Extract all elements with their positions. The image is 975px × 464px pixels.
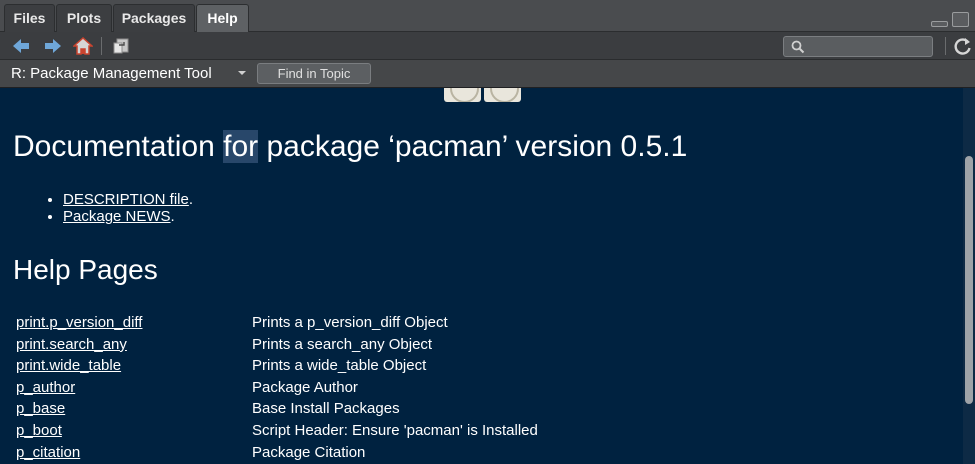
find-in-topic-button[interactable]: Find in Topic xyxy=(257,63,371,84)
forward-arrow-icon[interactable] xyxy=(43,36,63,56)
help-page-description: Prints a p_version_diff Object xyxy=(252,314,448,331)
tab-plots[interactable]: Plots xyxy=(56,4,112,32)
topic-title-dropdown[interactable]: R: Package Management Tool xyxy=(11,65,212,82)
search-icon xyxy=(791,40,805,54)
help-page-link[interactable]: print.p_version_diff xyxy=(16,314,142,331)
window-controls xyxy=(931,12,969,27)
help-page-description: Package Author xyxy=(252,378,358,396)
help-page-link[interactable]: print.search_any xyxy=(16,336,127,353)
help-page-link[interactable]: print.wide_table xyxy=(16,357,121,374)
help-page-link[interactable]: p_boot xyxy=(16,422,62,439)
toolbar-separator xyxy=(101,37,102,55)
package-logo xyxy=(444,88,521,102)
back-arrow-icon[interactable] xyxy=(11,36,31,56)
tab-help[interactable]: Help xyxy=(196,4,249,33)
help-page-description: Base Install Packages xyxy=(252,400,400,418)
list-item: Package NEWS. xyxy=(63,208,193,225)
minimize-pane-button[interactable] xyxy=(931,21,948,27)
search-highlight: for xyxy=(223,130,259,163)
help-page-description: Package Citation xyxy=(252,443,366,461)
help-search-input[interactable] xyxy=(783,36,933,57)
toolbar-separator xyxy=(945,37,946,55)
logo-image xyxy=(444,88,481,102)
help-page-link[interactable]: p_author xyxy=(16,379,75,396)
doc-links-list: DESCRIPTION file. Package NEWS. xyxy=(45,191,193,225)
maximize-pane-button[interactable] xyxy=(952,12,969,27)
refresh-icon[interactable] xyxy=(953,36,973,56)
help-page-link[interactable]: p_base xyxy=(16,400,65,417)
vertical-scrollbar[interactable] xyxy=(963,88,975,464)
help-page-description: Prints a wide_table Object xyxy=(252,357,427,375)
package-news-link[interactable]: Package NEWS xyxy=(63,208,171,225)
help-content: Documentation for package ‘pacman’ versi… xyxy=(0,88,963,464)
description-file-link[interactable]: DESCRIPTION file xyxy=(63,191,189,208)
open-in-window-icon[interactable] xyxy=(111,36,131,56)
chevron-down-icon[interactable] xyxy=(238,71,246,75)
help-page-description: Script Header: Ensure 'pacman' is Instal… xyxy=(252,421,538,439)
help-page-description: Prints a search_any Object xyxy=(252,335,433,353)
tab-files[interactable]: Files xyxy=(4,4,55,32)
help-toolbar xyxy=(0,32,975,60)
help-page-link[interactable]: p_citation xyxy=(16,444,80,461)
list-item: DESCRIPTION file. xyxy=(63,191,193,208)
topic-bar: R: Package Management Tool Find in Topic xyxy=(0,60,975,88)
logo-image xyxy=(484,88,521,102)
tab-packages[interactable]: Packages xyxy=(113,4,195,32)
home-icon[interactable] xyxy=(73,36,93,56)
page-title: Documentation for package ‘pacman’ versi… xyxy=(13,130,688,163)
pane-tab-bar: Files Plots Packages Help xyxy=(0,0,975,33)
scrollbar-thumb[interactable] xyxy=(965,156,973,404)
help-pages-heading: Help Pages xyxy=(13,254,158,285)
